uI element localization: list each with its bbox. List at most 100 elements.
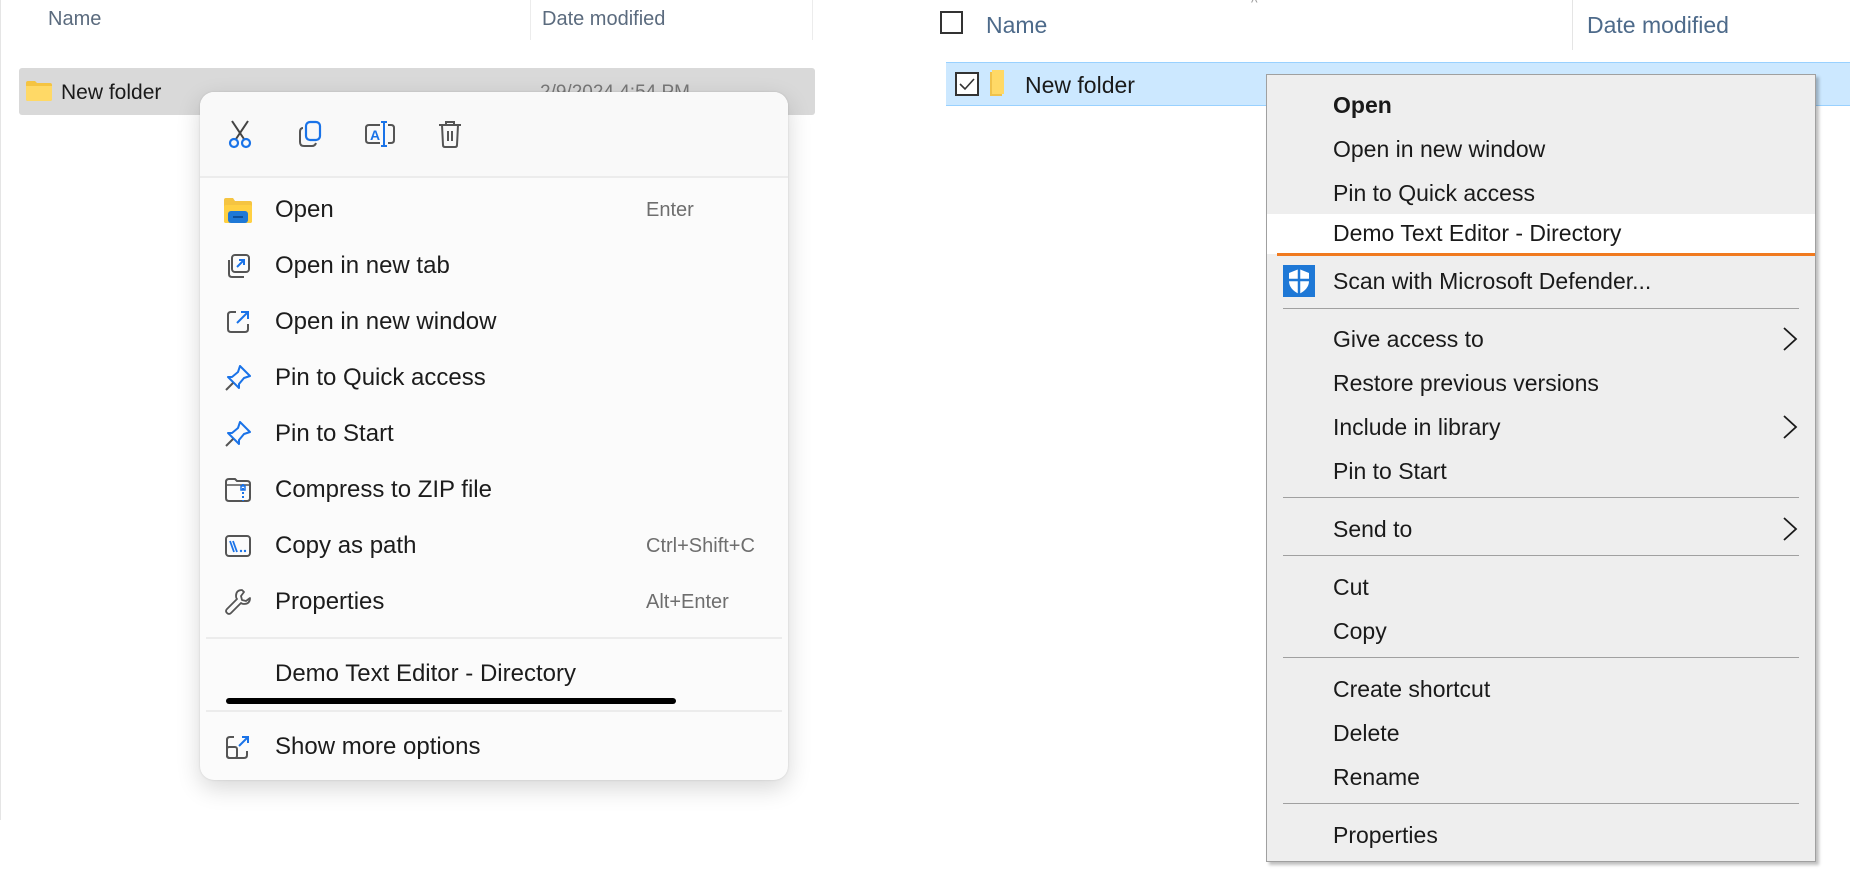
menu-item-give-access-to[interactable]: Give access to (1267, 317, 1815, 361)
column-header-name[interactable]: Name (986, 12, 1047, 39)
rename-button[interactable]: A (360, 116, 400, 156)
menu-item-restore-previous-versions[interactable]: Restore previous versions (1267, 361, 1815, 405)
rename-icon: A (364, 120, 396, 153)
show-more-icon (224, 733, 252, 761)
menu-item-show-more-options[interactable]: Show more options (200, 721, 788, 773)
menu-item-demo-text-editor[interactable]: Demo Text Editor - Directory (200, 648, 788, 700)
menu-item-label: Pin to Start (275, 420, 394, 447)
cut-button[interactable] (220, 116, 260, 156)
menu-item-label: Open (1333, 92, 1392, 118)
highlight-underline (226, 698, 676, 704)
menu-item-label: Properties (1333, 822, 1438, 848)
menu-item-properties[interactable]: Properties (1267, 813, 1815, 857)
menu-item-shortcut: Ctrl+Shift+C (646, 535, 755, 557)
menu-item-label: Cut (1333, 574, 1369, 600)
menu-separator (206, 710, 782, 712)
menu-item-label: Pin to Start (1333, 458, 1447, 484)
svg-text:A: A (370, 127, 380, 143)
menu-item-label: Give access to (1333, 326, 1484, 352)
menu-separator (1283, 803, 1799, 804)
menu-item-label: Scan with Microsoft Defender... (1333, 268, 1652, 294)
menu-separator (1283, 497, 1799, 498)
highlight-underline (1277, 253, 1815, 256)
cut-icon (226, 119, 254, 154)
column-header-name[interactable]: Name (48, 8, 101, 31)
menu-item-open[interactable]: Open (1267, 83, 1815, 127)
menu-separator (206, 637, 782, 639)
folder-open-icon (224, 196, 252, 224)
menu-item-label: Pin to Quick access (275, 364, 486, 391)
defender-shield-icon (1283, 265, 1315, 297)
menu-item-label: Open in new window (275, 308, 497, 335)
column-divider[interactable] (1572, 0, 1573, 50)
menu-separator (1283, 555, 1799, 556)
menu-item-label: Properties (275, 588, 385, 615)
menu-item-label: Rename (1333, 764, 1420, 790)
menu-item-pin-to-start[interactable]: Pin to Start (1267, 449, 1815, 493)
menu-item-pin-to-quick-access[interactable]: Pin to Quick access (1267, 171, 1815, 215)
menu-item-cut[interactable]: Cut (1267, 565, 1815, 609)
menu-separator (1283, 308, 1799, 309)
file-name: New folder (1025, 72, 1135, 98)
delete-icon (437, 119, 463, 154)
menu-item-shortcut: Alt+Enter (646, 591, 729, 613)
submenu-arrow-icon (1781, 515, 1799, 543)
menu-item-shortcut: Enter (646, 199, 694, 221)
menu-item-label: Restore previous versions (1333, 370, 1599, 396)
menu-item-label: Open in new tab (275, 252, 450, 279)
menu-item-label: Demo Text Editor - Directory (275, 660, 576, 687)
file-name: New folder (61, 81, 162, 104)
menu-item-create-shortcut[interactable]: Create shortcut (1267, 667, 1815, 711)
delete-button[interactable] (430, 116, 470, 156)
column-divider[interactable] (812, 0, 813, 40)
menu-item-label: Copy as path (275, 532, 417, 559)
sort-arrow-icon: ^ (276, 0, 284, 3)
pin-icon (224, 364, 252, 392)
menu-item-include-in-library[interactable]: Include in library (1267, 405, 1815, 449)
folder-icon (26, 81, 52, 101)
context-menu-toolbar: A (200, 92, 788, 178)
menu-item-open-in-new-window[interactable]: Open in new window (1267, 127, 1815, 171)
menu-item-label: Show more options (275, 733, 481, 760)
select-all-checkbox[interactable] (940, 11, 963, 34)
context-menu-win11: A Open Enter Open in new tab Open in new… (200, 92, 788, 780)
open-new-window-icon (224, 308, 252, 336)
menu-item-delete[interactable]: Delete (1267, 711, 1815, 755)
menu-item-label: Compress to ZIP file (275, 476, 492, 503)
menu-item-send-to[interactable]: Send to (1267, 507, 1815, 551)
menu-item-open-in-new-window[interactable]: Open in new window (200, 296, 788, 348)
menu-item-demo-text-editor[interactable]: Demo Text Editor - Directory (1267, 214, 1815, 254)
menu-item-rename[interactable]: Rename (1267, 755, 1815, 799)
menu-item-properties[interactable]: Properties Alt+Enter (200, 576, 788, 628)
menu-separator (1283, 657, 1799, 658)
column-header-date-modified[interactable]: Date modified (1587, 12, 1729, 39)
menu-item-open[interactable]: Open Enter (200, 184, 788, 236)
menu-item-scan-with-defender[interactable]: Scan with Microsoft Defender... (1267, 259, 1815, 303)
wrench-icon (224, 588, 252, 616)
pin-icon (224, 420, 252, 448)
folder-icon (990, 70, 1006, 96)
menu-item-label: Demo Text Editor - Directory (1333, 220, 1622, 246)
menu-item-label: Send to (1333, 516, 1413, 542)
copy-button[interactable] (290, 116, 330, 156)
panel-border (0, 0, 1, 820)
menu-item-copy-as-path[interactable]: Copy as path Ctrl+Shift+C (200, 520, 788, 572)
menu-item-label: Create shortcut (1333, 676, 1491, 702)
menu-item-pin-to-start[interactable]: Pin to Start (200, 408, 788, 460)
checkmark-icon (959, 78, 975, 91)
menu-item-compress-to-zip[interactable]: Compress to ZIP file (200, 464, 788, 516)
sort-arrow-icon: ^ (1251, 0, 1258, 10)
zip-icon (224, 476, 252, 504)
menu-item-label: Include in library (1333, 414, 1501, 440)
column-divider[interactable] (530, 0, 531, 40)
open-new-tab-icon (224, 252, 252, 280)
row-checkbox[interactable] (955, 72, 979, 96)
context-menu-classic: Open Open in new window Pin to Quick acc… (1266, 74, 1816, 862)
menu-item-pin-to-quick-access[interactable]: Pin to Quick access (200, 352, 788, 404)
menu-item-label: Delete (1333, 720, 1400, 746)
copy-path-icon (224, 532, 252, 560)
column-header-date-modified[interactable]: Date modified (542, 8, 665, 31)
menu-item-copy[interactable]: Copy (1267, 609, 1815, 653)
menu-item-open-in-new-tab[interactable]: Open in new tab (200, 240, 788, 292)
menu-item-label: Open (275, 196, 334, 223)
